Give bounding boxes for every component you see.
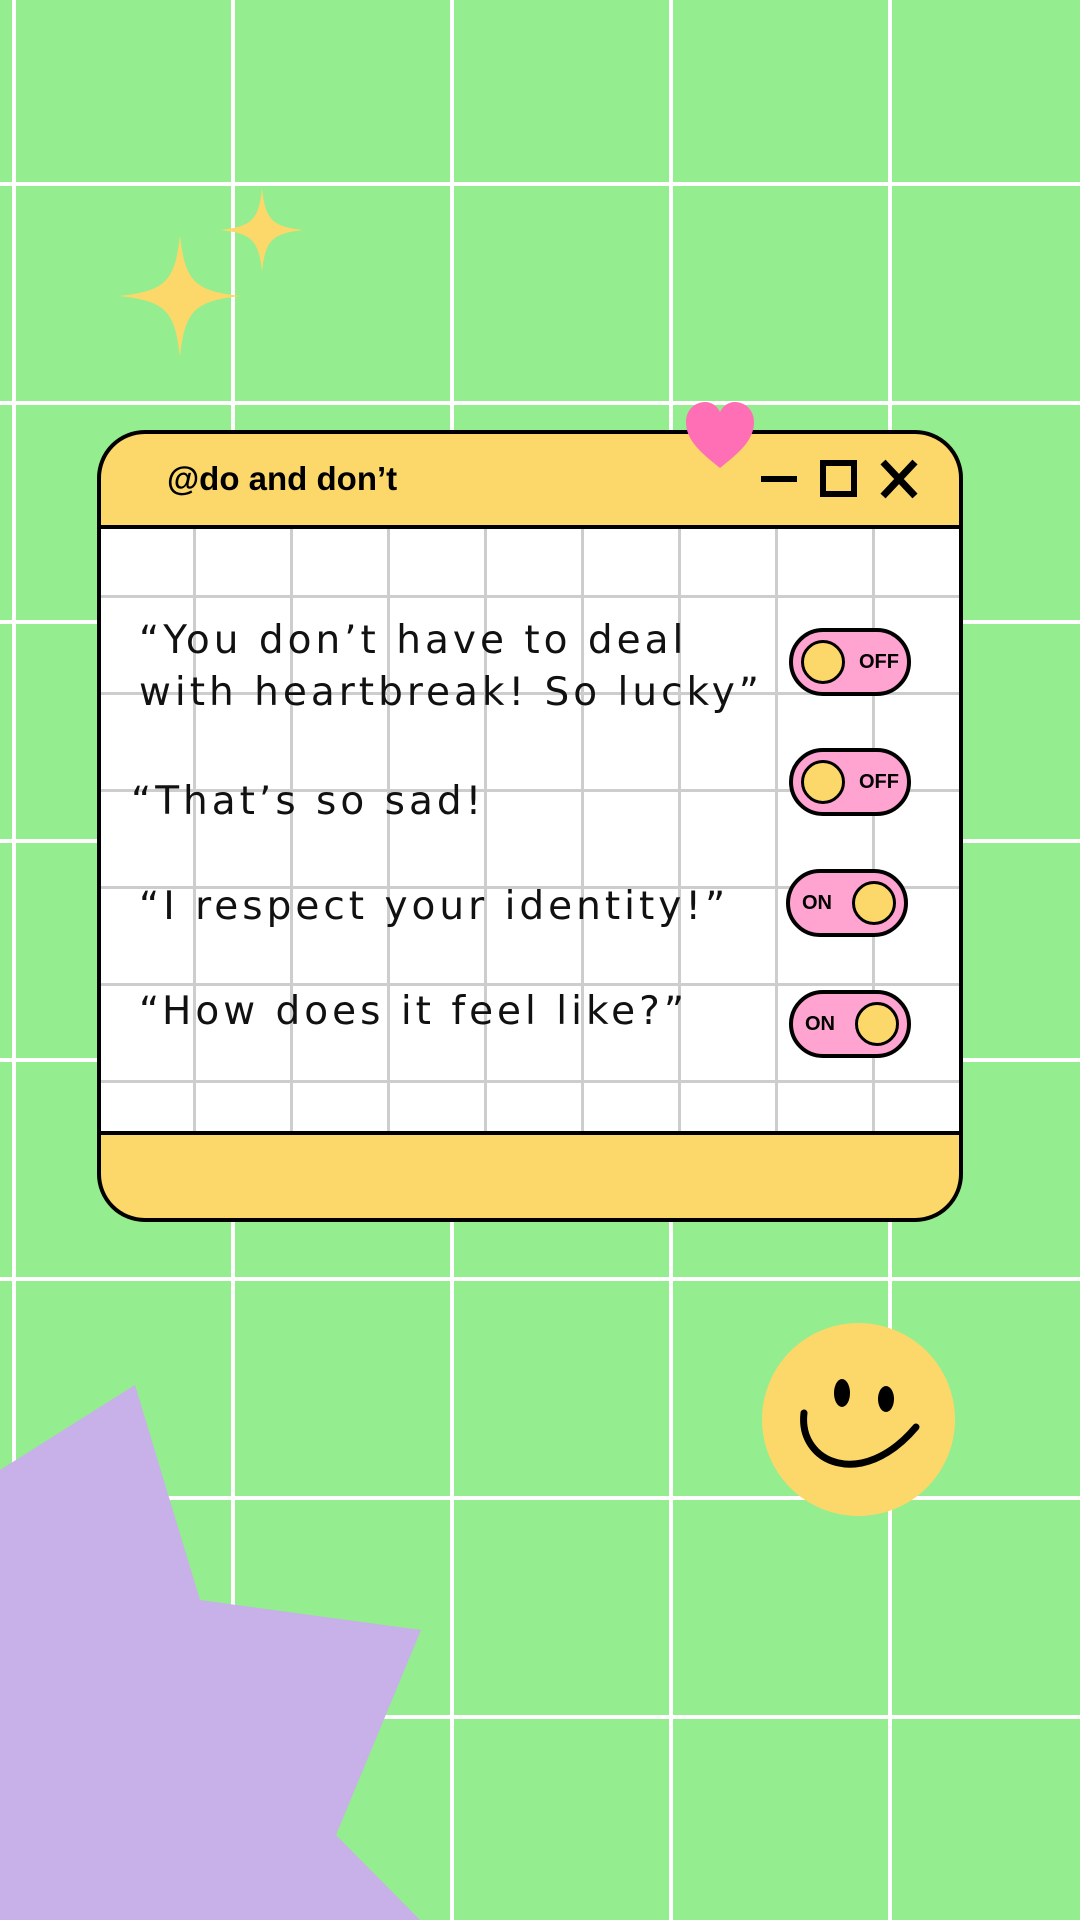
- toggle-knob: [855, 1002, 899, 1046]
- minimize-icon[interactable]: [761, 456, 797, 502]
- window-titlebar: @do and don’t: [101, 434, 959, 529]
- toggle-switch-row-1[interactable]: OFF: [789, 628, 911, 696]
- close-icon[interactable]: [879, 456, 919, 502]
- window-title: @do and don’t: [167, 460, 398, 497]
- toggle-switch-row-4[interactable]: ON: [789, 990, 911, 1058]
- list-item-text: “How does it feel like?”: [139, 989, 689, 1034]
- toggle-switch-row-3[interactable]: ON: [786, 869, 908, 937]
- toggle-switch-row-2[interactable]: OFF: [789, 748, 911, 816]
- list-item-text: “You don’t have to deal with heartbreak!…: [139, 615, 763, 719]
- sparkle-small-icon: [220, 188, 304, 272]
- purple-star-shape: [0, 1385, 421, 1920]
- window-content: “You don’t have to deal with heartbreak!…: [101, 529, 959, 1135]
- toggle-state-label: OFF: [859, 771, 899, 793]
- list-item-text: “That’s so sad!: [131, 779, 486, 824]
- toggle-state-label: ON: [802, 892, 832, 914]
- toggle-state-label: OFF: [859, 651, 899, 673]
- heart-icon: [686, 402, 754, 468]
- smiley-face-icon: [762, 1323, 955, 1516]
- toggle-knob: [801, 640, 845, 684]
- toggle-state-label: ON: [805, 1013, 835, 1035]
- list-item-text: “I respect your identity!”: [139, 884, 730, 929]
- toggle-knob: [852, 881, 896, 925]
- chat-window: @do and don’t “You don’t have to deal wi…: [97, 430, 963, 1222]
- row-1-line-1: “You don’t have to deal: [139, 618, 688, 663]
- row-1-line-2: with heartbreak! So lucky”: [139, 670, 764, 715]
- maximize-icon[interactable]: [819, 456, 859, 502]
- toggle-knob: [801, 760, 845, 804]
